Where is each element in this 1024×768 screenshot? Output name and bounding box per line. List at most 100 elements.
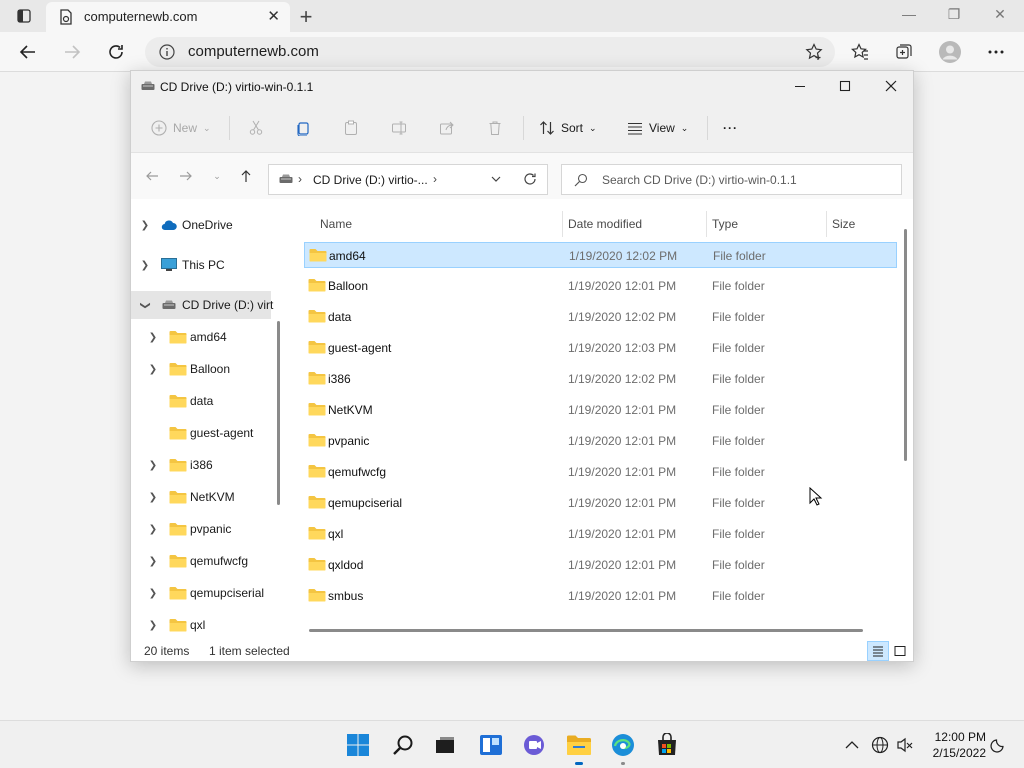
file-row[interactable]: qemufwcfg 1/19/2020 12:01 PM File folder [304,459,897,485]
expand-chevron-icon[interactable]: ❯ [147,364,159,375]
paste-button[interactable] [343,116,359,140]
sidebar-item-i386[interactable]: ❯ i386 [131,451,271,479]
sidebar-item-data[interactable]: data [131,387,271,415]
file-row[interactable]: guest-agent 1/19/2020 12:03 PM File fold… [304,335,897,361]
task-view-button[interactable] [431,731,459,759]
tab-actions-icon[interactable] [16,8,32,24]
system-clock[interactable]: 12:00 PM 2/15/2022 [916,729,986,761]
add-favorite-icon[interactable] [805,43,823,61]
new-tab-button[interactable]: + [294,4,318,30]
file-row[interactable]: pvpanic 1/19/2020 12:01 PM File folder [304,428,897,454]
copy-button[interactable] [295,116,311,140]
rename-button[interactable] [391,116,407,140]
file-row[interactable]: i386 1/19/2020 12:02 PM File folder [304,366,897,392]
network-icon[interactable] [870,735,890,755]
cut-button[interactable] [248,116,264,140]
sidebar-item-amd64[interactable]: ❯ amd64 [131,323,271,351]
refresh-icon[interactable] [523,172,537,189]
search-button[interactable] [389,731,417,759]
explorer-titlebar[interactable]: CD Drive (D:) virtio-win-0.1.1 [131,71,913,103]
nav-back-button[interactable] [143,167,161,185]
expand-chevron-icon[interactable]: ❯ [147,588,159,599]
show-hidden-icons-button[interactable] [842,735,862,755]
expand-chevron-icon[interactable]: ❯ [147,620,159,631]
refresh-button[interactable] [104,40,128,64]
chevron-right-icon[interactable]: › [298,172,302,186]
breadcrumb[interactable]: › CD Drive (D:) virtio-... › [268,164,548,195]
sidebar-item-onedrive[interactable]: ❯ OneDrive [131,211,271,239]
file-row[interactable]: smbus 1/19/2020 12:01 PM File folder [304,583,897,609]
expand-chevron-icon[interactable]: ❯ [147,492,159,503]
nav-forward-button[interactable] [177,167,195,185]
expand-chevron-icon[interactable]: ❯ [139,260,151,271]
close-tab-icon[interactable]: ✕ [267,7,280,25]
sidebar-item-this-pc[interactable]: ❯ This PC [131,251,271,279]
column-header-size[interactable]: Size [832,209,892,239]
maximize-button[interactable] [835,76,855,96]
sidebar-item-cd-drive[interactable]: ❯ CD Drive (D:) virt [131,291,273,319]
chevron-right-icon[interactable]: › [433,172,437,186]
new-button[interactable]: New ⌄ [151,116,211,140]
collections-icon[interactable] [892,40,916,64]
share-button[interactable] [439,116,455,140]
details-view-button[interactable] [867,641,889,661]
view-button[interactable]: View ⌄ [627,116,688,140]
see-more-button[interactable]: ··· [723,116,738,140]
search-input[interactable]: Search CD Drive (D:) virtio-win-0.1.1 [561,164,902,195]
column-divider[interactable] [826,211,827,237]
edge-taskbar-button[interactable] [609,731,637,765]
notifications-icon[interactable] [988,735,1008,755]
store-taskbar-button[interactable] [653,731,681,759]
profile-avatar[interactable] [938,40,962,64]
file-list-horizontal-scrollbar[interactable] [309,629,863,632]
chat-button[interactable] [521,731,549,759]
file-row[interactable]: NetKVM 1/19/2020 12:01 PM File folder [304,397,897,423]
collapse-chevron-icon[interactable]: ❯ [140,299,151,311]
file-list-vertical-scrollbar[interactable] [904,229,907,461]
file-explorer-taskbar-button[interactable] [565,731,593,765]
chevron-down-icon[interactable] [490,173,502,188]
sidebar-item-qxl[interactable]: ❯ qxl [131,611,271,639]
sidebar-item-netkvm[interactable]: ❯ NetKVM [131,483,271,511]
expand-chevron-icon[interactable]: ❯ [147,524,159,535]
delete-button[interactable] [487,116,503,140]
file-row[interactable]: Balloon 1/19/2020 12:01 PM File folder [304,273,897,299]
column-divider[interactable] [706,211,707,237]
sidebar-item-qemupciserial[interactable]: ❯ qemupciserial [131,579,271,607]
column-header-name[interactable]: Name [320,209,560,239]
column-header-type[interactable]: Type [712,209,824,239]
file-row[interactable]: qxl 1/19/2020 12:01 PM File folder [304,521,897,547]
column-divider[interactable] [562,211,563,237]
recent-locations-button[interactable]: ⌄ [208,167,226,185]
close-button[interactable] [881,76,901,96]
browser-tab[interactable]: computernewb.com ✕ [46,2,290,32]
minimize-button[interactable] [790,76,810,96]
widgets-button[interactable] [477,731,505,759]
column-header-date[interactable]: Date modified [568,209,706,239]
up-button[interactable] [237,167,255,185]
breadcrumb-item[interactable]: CD Drive (D:) virtio-... [313,173,428,187]
file-row[interactable]: data 1/19/2020 12:02 PM File folder [304,304,897,330]
close-browser-button[interactable]: ✕ [990,6,1010,23]
sidebar-item-balloon[interactable]: ❯ Balloon [131,355,271,383]
minimize-browser-button[interactable]: — [899,6,919,22]
volume-muted-icon[interactable] [895,735,915,755]
site-info-icon[interactable] [159,44,175,60]
favorites-icon[interactable] [848,40,872,64]
sidebar-item-guest-agent[interactable]: guest-agent [131,419,271,447]
file-row[interactable]: amd64 1/19/2020 12:02 PM File folder [304,242,897,268]
settings-more-icon[interactable] [984,40,1008,64]
back-button[interactable] [16,40,40,64]
restore-browser-button[interactable]: ❐ [944,6,964,23]
sidebar-scrollbar[interactable] [277,321,280,505]
sidebar-item-pvpanic[interactable]: ❯ pvpanic [131,515,271,543]
expand-chevron-icon[interactable]: ❯ [147,556,159,567]
sidebar-item-qemufwcfg[interactable]: ❯ qemufwcfg [131,547,271,575]
url-text[interactable]: computernewb.com [188,43,319,60]
tiles-view-button[interactable] [889,641,911,661]
forward-button[interactable] [60,40,84,64]
expand-chevron-icon[interactable]: ❯ [147,460,159,471]
expand-chevron-icon[interactable]: ❯ [139,220,151,231]
start-button[interactable] [344,731,372,759]
sort-button[interactable]: Sort ⌄ [539,116,597,140]
